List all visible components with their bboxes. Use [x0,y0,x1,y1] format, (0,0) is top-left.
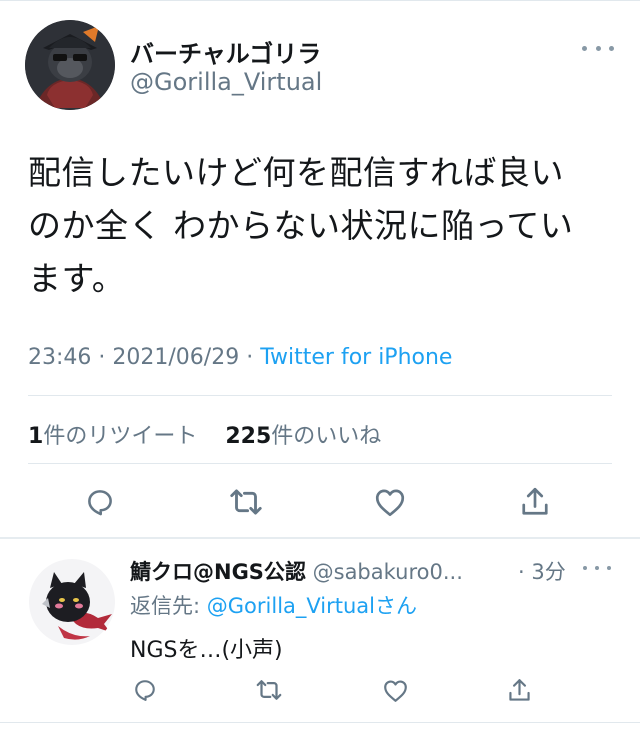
reply-to-suffix: さん [375,594,418,618]
retweet-button[interactable] [226,482,266,522]
section-divider [0,537,640,539]
tweet-text-line: 配信したいけど何を配信すれば良い [28,153,564,192]
reply-handle[interactable]: @sabakuro0... [313,560,463,584]
tweet-text-line: のか全く わからない状況に陥ってい [28,206,574,245]
main-avatar[interactable] [25,20,115,110]
more-icon[interactable] [582,36,614,60]
divider [0,722,640,723]
retweet-icon [230,489,262,515]
user-handle[interactable]: @Gorilla_Virtual [130,68,322,96]
retweet-icon [256,680,282,700]
reply-to-mention[interactable]: @Gorilla_Virtual [207,594,375,618]
display-name[interactable]: バーチャルゴリラ [130,34,321,69]
share-icon [522,487,548,515]
reply-retweet-button[interactable] [252,673,286,707]
like-label: 件のいいね [271,424,382,449]
more-dot [595,45,601,51]
reply-time[interactable]: · 3分 [518,556,566,586]
meta-separator: · [246,345,254,370]
reply-display-name[interactable]: 鯖クロ@NGS公認 [130,560,306,584]
reply-to-line: 返信先: @Gorilla_Virtualさん [130,590,417,620]
more-dot [595,566,599,570]
heart-icon [375,489,405,517]
reply-like-button[interactable] [378,673,412,707]
share-icon [508,678,530,701]
like-count: 225 [225,424,272,449]
share-button[interactable] [515,482,555,522]
reply-text: NGSを…(小声) [130,638,283,663]
reply-to-prefix: 返信先: [130,594,207,618]
reply-icon [135,680,155,701]
tweet-meta: 23:46 · 2021/06/29 · Twitter for iPhone [28,345,452,370]
meta-separator: · [98,345,106,370]
tweet-text-line: ます。 [28,259,126,298]
more-dot [583,566,587,570]
retweet-stat[interactable]: 1件のリツイート [28,424,197,449]
tweet-source[interactable]: Twitter for iPhone [260,345,452,370]
reply-button[interactable] [80,482,120,522]
more-dot [609,45,614,51]
retweet-label: 件のリツイート [43,424,198,449]
more-icon[interactable] [583,556,611,580]
tweet-text: 配信したいけど何を配信すれば良い のか全く わからない状況に陥ってい ます。 [28,146,618,305]
reply-avatar[interactable] [28,558,116,646]
more-dot [607,566,611,570]
divider [28,463,612,464]
retweet-count: 1 [28,424,44,449]
like-stat[interactable]: 225件のいいね [225,424,381,449]
like-button[interactable] [370,482,410,522]
reply-icon [88,490,112,516]
tweet-stats: 1件のリツイート 225件のいいね [28,418,381,450]
reply-share-button[interactable] [502,673,536,707]
top-divider [0,0,640,1]
reply-reply-button[interactable] [128,673,162,707]
more-dot [582,45,587,51]
tweet-time[interactable]: 23:46 [28,345,91,370]
heart-icon [383,679,407,702]
divider [28,395,612,396]
tweet-date[interactable]: 2021/06/29 [112,345,239,370]
